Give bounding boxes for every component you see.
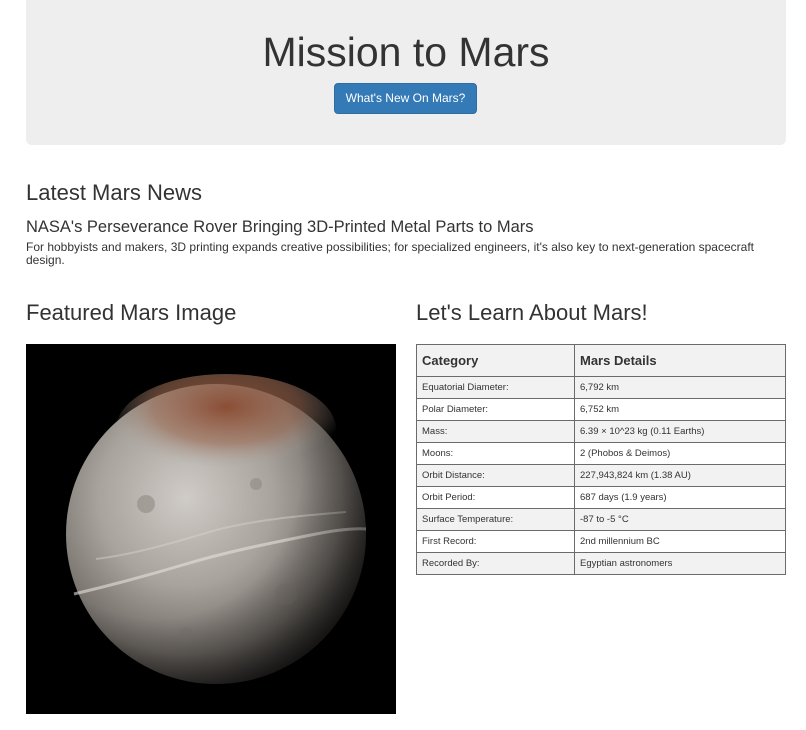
table-row: Moons: 2 (Phobos & Deimos) [416,442,786,465]
table-cell-category: Polar Diameter: [416,398,575,421]
table-row: Orbit Period: 687 days (1.9 years) [416,486,786,509]
mars-facts-table: Category Mars Details Equatorial Diamete… [416,344,786,575]
news-section-title: Latest Mars News [26,180,203,205]
table-cell-value: Egyptian astronomers [574,552,786,575]
table-cell-category: Orbit Period: [416,486,575,509]
table-cell-category: Recorded By: [416,552,575,575]
page-title: Mission to Mars [262,29,550,75]
table-row: First Record: 2nd millennium BC [416,530,786,553]
table-row: Orbit Distance: 227,943,824 km (1.38 AU) [416,464,786,487]
featured-image-title: Featured Mars Image [26,300,237,325]
table-cell-category: Mass: [416,420,575,443]
jumbotron-header: Mission to Mars What's New On Mars? [26,0,786,145]
table-cell-category: Equatorial Diameter: [416,376,575,399]
table-cell-value: 2nd millennium BC [574,530,786,553]
planet-image [26,344,396,714]
table-cell-value: 227,943,824 km (1.38 AU) [574,464,786,487]
table-header-row: Category Mars Details [416,344,786,377]
table-cell-value: 6,752 km [574,398,786,421]
table-row: Surface Temperature: -87 to -5 °C [416,508,786,531]
featured-mars-image [26,344,396,714]
table-cell-category: Surface Temperature: [416,508,575,531]
news-teaser: For hobbyists and makers, 3D printing ex… [26,240,754,267]
table-row: Polar Diameter: 6,752 km [416,398,786,421]
mars-facts-title: Let's Learn About Mars! [416,300,648,325]
table-row: Recorded By: Egyptian astronomers [416,552,786,575]
news-headline: NASA's Perseverance Rover Bringing 3D-Pr… [26,218,534,236]
table-row: Mass: 6.39 × 10^23 kg (0.11 Earths) [416,420,786,443]
table-cell-category: Moons: [416,442,575,465]
whats-new-button[interactable]: What's New On Mars? [334,83,477,114]
column-header-details: Mars Details [574,344,786,377]
table-cell-value: -87 to -5 °C [574,508,786,531]
table-cell-value: 6,792 km [574,376,786,399]
table-cell-category: Orbit Distance: [416,464,575,487]
table-row: Equatorial Diameter: 6,792 km [416,376,786,399]
table-cell-value: 2 (Phobos & Deimos) [574,442,786,465]
column-header-category: Category [416,344,575,377]
table-cell-category: First Record: [416,530,575,553]
table-cell-value: 687 days (1.9 years) [574,486,786,509]
table-cell-value: 6.39 × 10^23 kg (0.11 Earths) [574,420,786,443]
